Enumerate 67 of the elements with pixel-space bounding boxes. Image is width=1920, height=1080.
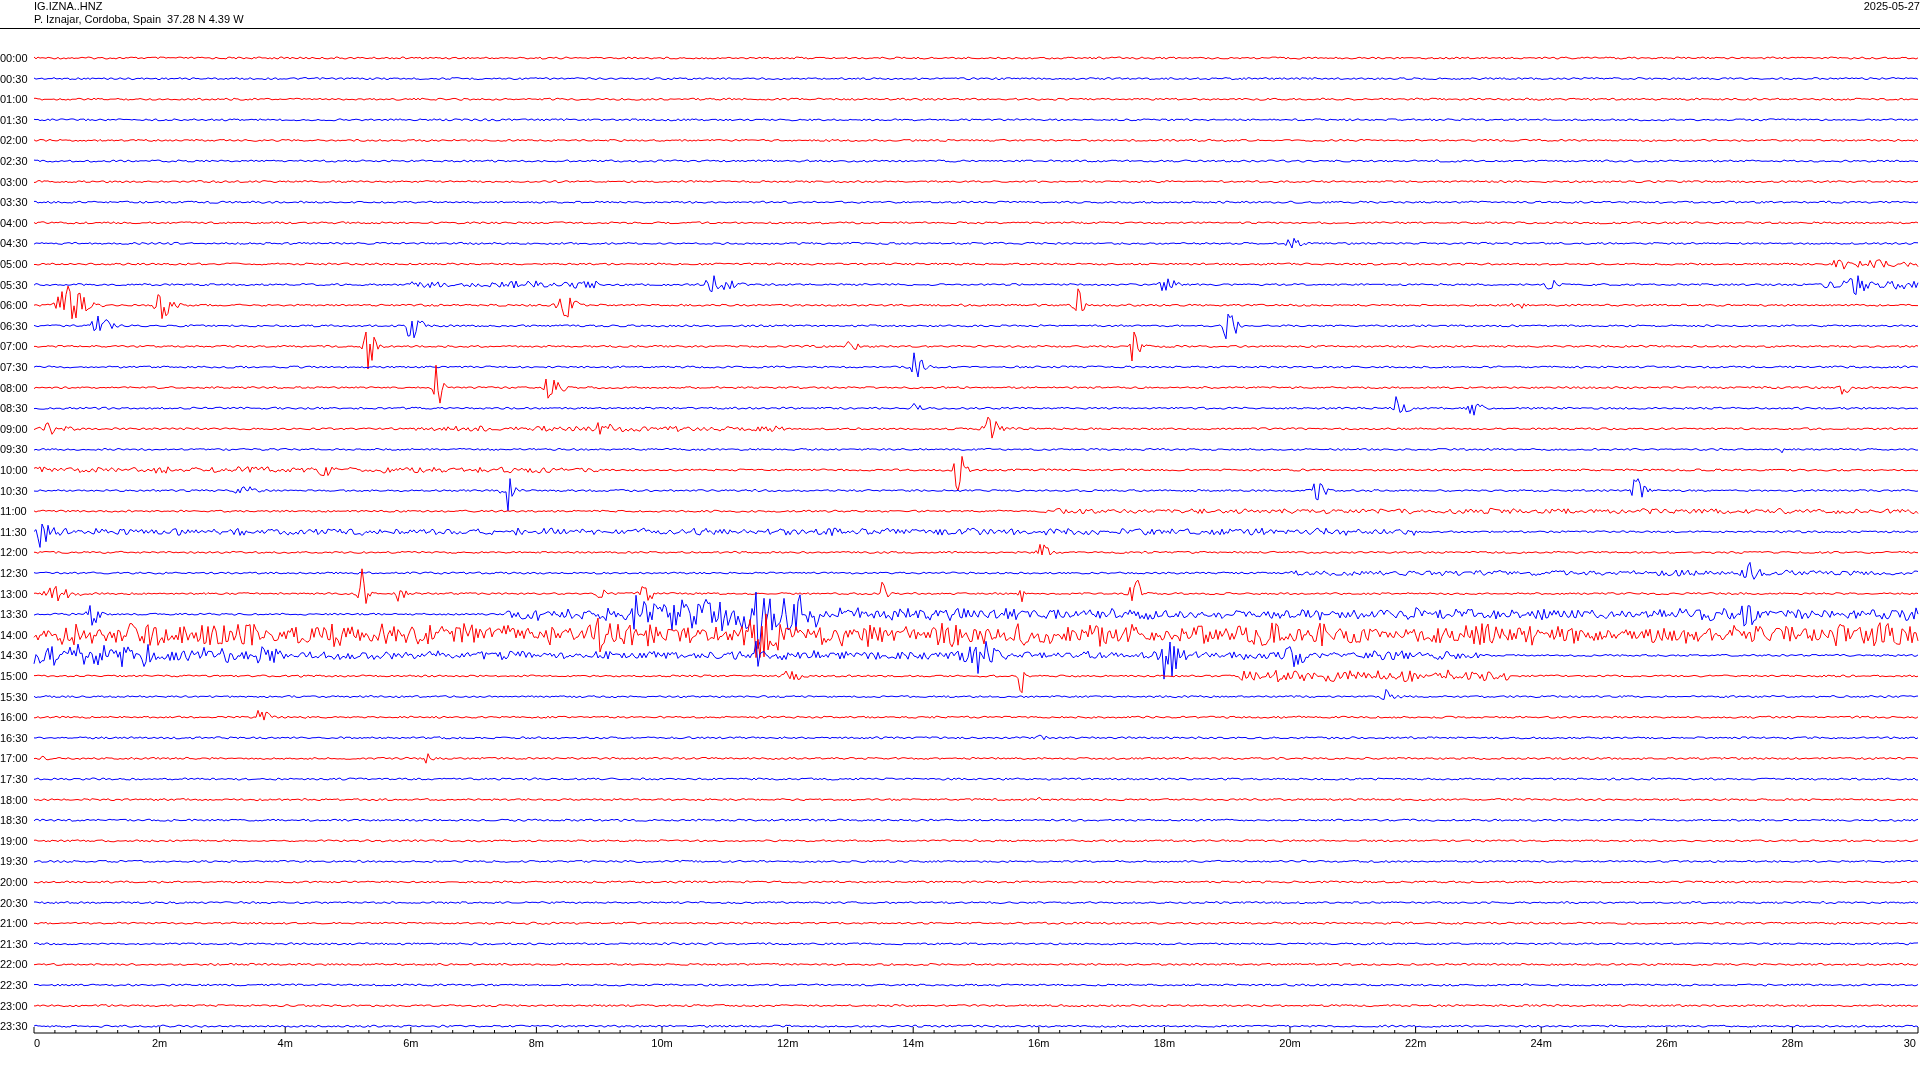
time-label: 23:00 bbox=[0, 999, 28, 1012]
time-label: 17:00 bbox=[0, 752, 28, 765]
time-label: 01:30 bbox=[0, 113, 28, 126]
time-label: 13:00 bbox=[0, 587, 28, 600]
axis-label: 4m bbox=[277, 1037, 293, 1049]
time-label: 03:00 bbox=[0, 175, 28, 188]
axis-label: 12m bbox=[776, 1037, 799, 1049]
time-label: 20:30 bbox=[0, 896, 28, 909]
time-label: 20:00 bbox=[0, 876, 28, 888]
time-label: 21:30 bbox=[0, 937, 28, 950]
time-label: 12:00 bbox=[0, 546, 28, 559]
time-label: 12:30 bbox=[0, 567, 28, 579]
time-label: 06:00 bbox=[0, 299, 28, 312]
time-label: 14:00 bbox=[0, 628, 28, 641]
axis-label: 28m bbox=[1781, 1037, 1804, 1049]
time-label: 11:30 bbox=[0, 525, 27, 538]
axis-label: 24m bbox=[1530, 1037, 1552, 1049]
time-label: 01:00 bbox=[0, 93, 28, 106]
axis-label: 22m bbox=[1404, 1037, 1427, 1049]
time-label: 04:00 bbox=[0, 216, 28, 229]
time-label: 19:30 bbox=[0, 855, 28, 868]
time-label: 02:00 bbox=[0, 134, 28, 147]
time-label: 17:30 bbox=[0, 773, 28, 785]
time-label: 05:30 bbox=[0, 278, 28, 291]
axis-label: 18m bbox=[1153, 1037, 1176, 1049]
time-label: 00:30 bbox=[0, 72, 28, 85]
time-label: 10:00 bbox=[0, 464, 28, 476]
time-label: 23:30 bbox=[0, 1020, 28, 1033]
axis-label: 0 bbox=[34, 1037, 41, 1049]
time-label: 14:30 bbox=[0, 649, 28, 662]
time-label: 18:30 bbox=[0, 814, 28, 827]
station-location: P. Iznajar, Cordoba, Spain 37.28 N 4.39 W bbox=[34, 13, 244, 26]
time-label: 00:00 bbox=[0, 52, 28, 64]
time-label: 08:00 bbox=[0, 381, 28, 394]
time-label: 16:30 bbox=[0, 731, 28, 744]
time-label: 11:00 bbox=[0, 505, 27, 518]
axis-label: 30 bbox=[1903, 1037, 1916, 1049]
time-label: 21:00 bbox=[0, 917, 28, 930]
time-label: 22:00 bbox=[0, 958, 28, 971]
time-label: 18:00 bbox=[0, 793, 28, 806]
time-label: 08:30 bbox=[0, 402, 28, 415]
axis-label: 10m bbox=[651, 1037, 673, 1049]
time-label: 06:30 bbox=[0, 319, 28, 332]
axis-label: 20m bbox=[1279, 1037, 1301, 1049]
time-label: 16:00 bbox=[0, 711, 28, 724]
time-label: 10:30 bbox=[0, 484, 28, 497]
axis-label: 14m bbox=[902, 1037, 924, 1049]
time-label: 02:30 bbox=[0, 155, 28, 167]
time-label: 07:00 bbox=[0, 340, 28, 353]
time-label: 09:00 bbox=[0, 422, 28, 435]
station-code: IG.IZNA..HNZ bbox=[34, 0, 104, 13]
axis-label: 16m bbox=[1028, 1037, 1050, 1049]
time-label: 15:30 bbox=[0, 690, 28, 703]
time-label: 05:00 bbox=[0, 258, 28, 270]
time-label: 15:00 bbox=[0, 670, 28, 682]
axis-label: 8m bbox=[528, 1037, 545, 1049]
plot-date: 2025-05-27 bbox=[1863, 0, 1920, 14]
time-label: 09:30 bbox=[0, 443, 28, 456]
time-label: 13:30 bbox=[0, 608, 28, 621]
axis-label: 26m bbox=[1656, 1037, 1678, 1049]
time-label: 19:00 bbox=[0, 834, 28, 847]
axis-label: 2m bbox=[151, 1037, 168, 1049]
time-label: 07:30 bbox=[0, 361, 28, 373]
time-label: 22:30 bbox=[0, 979, 28, 991]
time-label: 03:30 bbox=[0, 196, 28, 209]
axis-label: 6m bbox=[403, 1037, 419, 1049]
time-label: 04:30 bbox=[0, 237, 28, 250]
